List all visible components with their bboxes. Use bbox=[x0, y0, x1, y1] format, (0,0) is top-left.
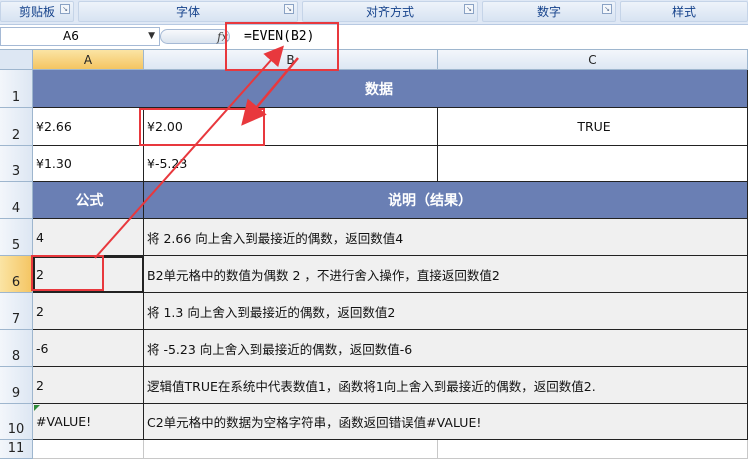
ribbon-group-alignment[interactable]: 对齐方式 bbox=[302, 1, 478, 22]
cell-a1[interactable] bbox=[33, 70, 144, 108]
cell-a11[interactable] bbox=[33, 440, 144, 459]
font-dialog-launcher-icon[interactable]: ↘ bbox=[284, 4, 294, 14]
ribbon-group-bar: 剪贴板 ↘ 字体 ↘ 对齐方式 ↘ 数字 ↘ 样式 bbox=[0, 0, 748, 25]
cell-b2[interactable]: ¥2.00 bbox=[144, 108, 438, 146]
row-header-6[interactable]: 6 bbox=[0, 256, 33, 293]
row-header-3[interactable]: 3 bbox=[0, 146, 33, 182]
row-header-5[interactable]: 5 bbox=[0, 219, 33, 256]
row-header-9[interactable]: 9 bbox=[0, 367, 33, 404]
cell-a9[interactable]: 2 bbox=[33, 367, 144, 404]
formula-bar: A6 ▼ fx =EVEN(B2) bbox=[0, 25, 748, 50]
name-box[interactable]: A6 ▼ bbox=[0, 27, 160, 46]
error-indicator-icon[interactable] bbox=[34, 405, 40, 411]
ribbon-group-styles[interactable]: 样式 bbox=[620, 1, 748, 22]
column-header-c[interactable]: C bbox=[438, 50, 748, 70]
cell-a5[interactable]: 4 bbox=[33, 219, 144, 256]
row-header-7[interactable]: 7 bbox=[0, 293, 33, 330]
formula-input[interactable]: =EVEN(B2) bbox=[238, 27, 748, 46]
alignment-dialog-launcher-icon[interactable]: ↘ bbox=[464, 4, 474, 14]
row-header-11[interactable]: 11 bbox=[0, 440, 33, 459]
cell-b8[interactable]: 将 -5.23 向上舍入到最接近的偶数，返回数值-6 bbox=[144, 330, 748, 367]
cell-a10[interactable]: #VALUE! bbox=[33, 404, 144, 440]
cell-b11[interactable] bbox=[144, 440, 438, 459]
ribbon-group-font[interactable]: 字体 bbox=[78, 1, 298, 22]
cell-c11[interactable] bbox=[438, 440, 748, 459]
insert-function-icon[interactable]: fx bbox=[217, 30, 228, 44]
ribbon-group-label: 样式 bbox=[671, 5, 696, 19]
ribbon-group-number[interactable]: 数字 bbox=[482, 1, 616, 22]
cell-c3[interactable] bbox=[438, 146, 748, 182]
ribbon-group-label: 对齐方式 bbox=[365, 5, 414, 19]
row-header-4[interactable]: 4 bbox=[0, 182, 33, 219]
cell-a6-active[interactable]: 2 bbox=[33, 256, 144, 293]
row-header-8[interactable]: 8 bbox=[0, 330, 33, 367]
cell-b6[interactable]: B2单元格中的数值为偶数 2 ，不进行舍入操作，直接返回数值2 bbox=[144, 256, 748, 293]
row-header-10[interactable]: 10 bbox=[0, 404, 33, 440]
cell-a8[interactable]: -6 bbox=[33, 330, 144, 367]
cell-b10[interactable]: C2单元格中的数据为空格字符串，函数返回错误值#VALUE! bbox=[144, 404, 748, 440]
cell-b7[interactable]: 将 1.3 向上舍入到最接近的偶数，返回数值2 bbox=[144, 293, 748, 330]
cell-b3[interactable]: ¥-5.23 bbox=[144, 146, 438, 182]
clipboard-dialog-launcher-icon[interactable]: ↘ bbox=[60, 4, 70, 14]
name-box-dropdown-icon[interactable]: ▼ bbox=[148, 28, 155, 45]
name-box-value: A6 bbox=[63, 29, 79, 43]
cell-b4-header[interactable]: 说明（结果） bbox=[144, 182, 748, 219]
cell-b1-header[interactable]: 数据 bbox=[144, 70, 748, 108]
row-header-1[interactable]: 1 bbox=[0, 70, 33, 108]
column-header-a[interactable]: A bbox=[33, 50, 144, 70]
select-all-corner[interactable] bbox=[0, 50, 33, 70]
ribbon-group-label: 数字 bbox=[536, 5, 561, 19]
cell-b5[interactable]: 将 2.66 向上舍入到最接近的偶数，返回数值4 bbox=[144, 219, 748, 256]
number-dialog-launcher-icon[interactable]: ↘ bbox=[602, 4, 612, 14]
cell-c2[interactable]: TRUE bbox=[438, 108, 748, 146]
ribbon-group-label: 剪贴板 bbox=[18, 5, 55, 19]
cell-a2[interactable]: ¥2.66 bbox=[33, 108, 144, 146]
cell-a4-header[interactable]: 公式 bbox=[33, 182, 144, 219]
cell-b9[interactable]: 逻辑值TRUE在系统中代表数值1，函数将1向上舍入到最接近的偶数，返回数值2. bbox=[144, 367, 748, 404]
row-header-2[interactable]: 2 bbox=[0, 108, 33, 146]
cell-a7[interactable]: 2 bbox=[33, 293, 144, 330]
cell-a3[interactable]: ¥1.30 bbox=[33, 146, 144, 182]
ribbon-group-label: 字体 bbox=[175, 5, 200, 19]
column-header-b[interactable]: B bbox=[144, 50, 438, 70]
